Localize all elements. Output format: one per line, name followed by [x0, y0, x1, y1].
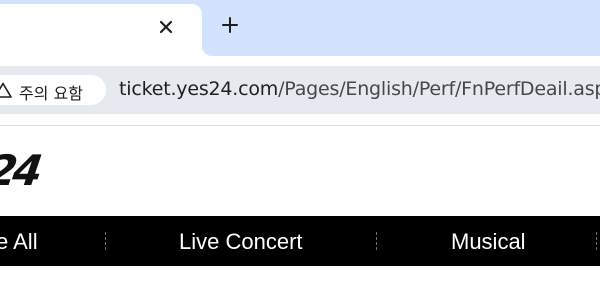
browser-tab-strip: T: [0, 0, 600, 56]
url-host: ticket.yes24.com: [119, 78, 279, 100]
nav-item-see-all[interactable]: e All: [0, 229, 38, 255]
main-nav-bar: e All Live Concert Musical: [0, 216, 600, 266]
security-status-chip[interactable]: 주의 요함: [0, 75, 106, 105]
browser-toolbar: 주의 요함 ticket.yes24.com/Pages/English/Per…: [0, 56, 600, 126]
browser-tab-active[interactable]: T: [0, 4, 202, 56]
warning-triangle-icon: [0, 82, 12, 98]
page-content: 24 e All Live Concert Musical: [0, 126, 600, 298]
nav-separator: [105, 232, 106, 250]
new-tab-button[interactable]: [218, 13, 242, 37]
close-tab-button[interactable]: [156, 17, 176, 37]
close-icon: [159, 20, 173, 34]
tab-corner: [202, 46, 212, 56]
url-text[interactable]: ticket.yes24.com/Pages/English/Perf/FnPe…: [119, 78, 600, 100]
nav-item-musical[interactable]: Musical: [451, 229, 526, 255]
nav-separator: [596, 232, 597, 250]
nav-separator: [376, 232, 377, 250]
nav-item-live-concert[interactable]: Live Concert: [179, 229, 303, 255]
plus-icon: [222, 17, 238, 33]
site-logo[interactable]: 24: [0, 146, 42, 195]
url-path: /Pages/English/Perf/FnPerfDeail.asp: [278, 78, 600, 100]
security-chip-label: 주의 요함: [19, 84, 83, 103]
